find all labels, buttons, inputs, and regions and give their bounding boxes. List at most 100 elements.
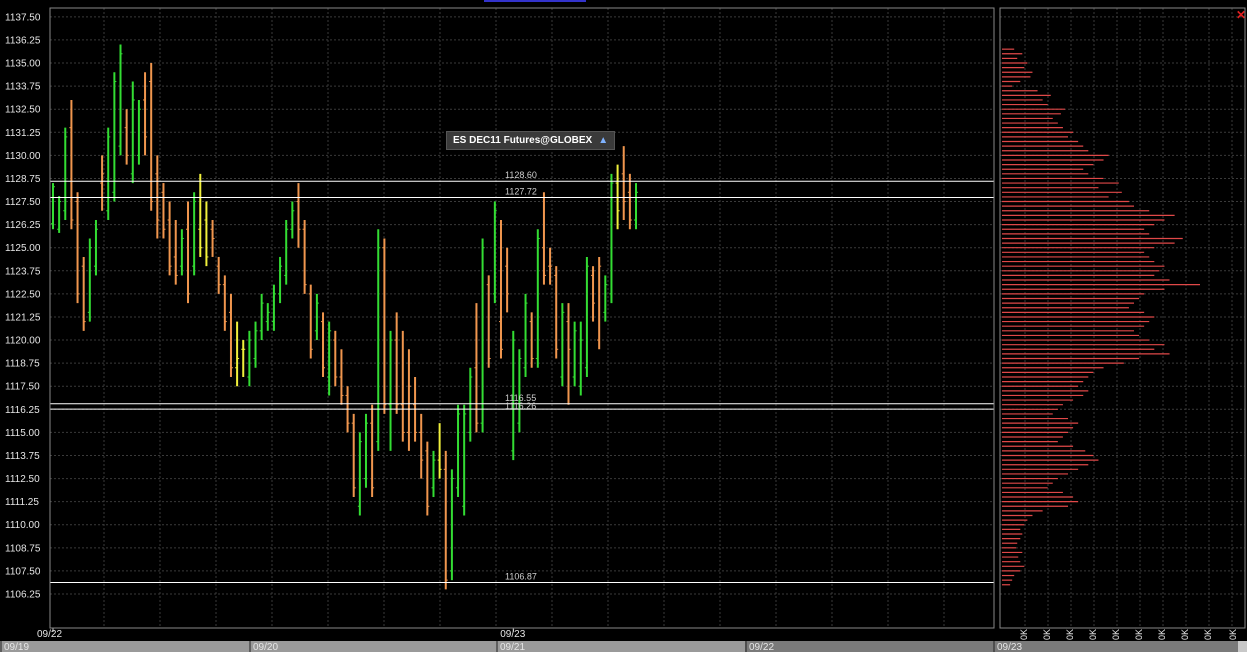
x-lower-label: 09/21 bbox=[500, 642, 525, 652]
ohlc-bar bbox=[284, 220, 289, 285]
close-icon[interactable]: ✕ bbox=[1236, 9, 1246, 21]
ohlc-bar bbox=[406, 349, 411, 451]
ohlc-bar bbox=[302, 220, 307, 294]
ohlc-bar bbox=[597, 256, 602, 350]
ohlc-bar bbox=[57, 195, 62, 233]
ohlc-bar bbox=[308, 284, 313, 359]
y-tick-label: 1118.75 bbox=[5, 359, 40, 370]
y-tick-label: 1125.00 bbox=[5, 243, 41, 254]
y-tick-label: 1113.75 bbox=[5, 451, 40, 462]
volume-column-label: 0K bbox=[1157, 629, 1167, 640]
ohlc-bar bbox=[523, 293, 528, 377]
volume-column-label: 0K bbox=[1180, 629, 1190, 640]
y-tick-label: 1116.25 bbox=[5, 405, 40, 416]
y-tick-label: 1107.50 bbox=[5, 566, 41, 577]
volume-column-label: 0K bbox=[1134, 629, 1144, 640]
ohlc-bar bbox=[247, 330, 252, 387]
volume-profile bbox=[1002, 48, 1200, 586]
y-tick-label: 1117.50 bbox=[5, 382, 40, 393]
y-tick-label: 1115.00 bbox=[5, 428, 40, 439]
ohlc-bar bbox=[425, 441, 430, 516]
x-axis: 09/22 09/23 09/19 09/20 09/21 09/22 09/23 0K 0K 0… bbox=[0, 628, 1247, 652]
ohlc-bar bbox=[167, 201, 172, 276]
ohlc-bar bbox=[296, 183, 301, 248]
ohlc-bar bbox=[149, 63, 154, 211]
ohlc-bar bbox=[216, 256, 221, 294]
y-tick-label: 1127.50 bbox=[5, 197, 41, 208]
y-tick-label: 1126.25 bbox=[5, 220, 41, 231]
x-tick-label: 09/23 bbox=[500, 629, 525, 640]
y-tick-label: 1111.25 bbox=[5, 497, 39, 508]
ohlc-bar bbox=[112, 72, 117, 202]
y-tick-label: 1133.75 bbox=[5, 82, 41, 93]
ohlc-bar bbox=[271, 284, 276, 331]
ohlc-bar bbox=[278, 256, 283, 304]
ohlc-bar bbox=[321, 312, 326, 377]
symbol-tooltip[interactable]: ES DEC11 Futures@GLOBEX ▲ bbox=[446, 131, 616, 150]
y-tick-label: 1137.50 bbox=[5, 12, 41, 23]
ohlc-bar bbox=[204, 201, 209, 267]
grid-lines bbox=[50, 8, 1245, 628]
ohlc-bar bbox=[498, 220, 503, 359]
x-lower-label: 09/23 bbox=[997, 642, 1022, 652]
chart-frame bbox=[49, 7, 1246, 629]
ohlc-bar bbox=[517, 349, 522, 433]
ohlc-bar bbox=[505, 247, 510, 313]
ohlc-bar bbox=[443, 450, 448, 590]
ohlc-bar bbox=[572, 321, 577, 387]
ohlc-bar bbox=[566, 303, 571, 405]
scroll-end-button bbox=[1238, 641, 1247, 652]
ohlc-bar bbox=[136, 99, 141, 165]
y-tick-label: 1128.75 bbox=[5, 174, 41, 185]
ohlc-bar bbox=[192, 192, 197, 276]
ohlc-bar bbox=[578, 321, 583, 396]
y-tick-label: 1112.50 bbox=[5, 474, 40, 485]
volume-column-label: 0K bbox=[1088, 629, 1098, 640]
x-lower-label: 09/20 bbox=[253, 642, 278, 652]
ohlc-bar bbox=[63, 127, 68, 221]
ohlc-bar bbox=[228, 293, 233, 377]
ohlc-bar bbox=[161, 183, 166, 239]
ohlc-bar bbox=[100, 155, 105, 211]
reference-line-label: 1128.60 bbox=[505, 170, 537, 180]
ohlc-bar bbox=[290, 201, 295, 239]
x-axis-scrollbar bbox=[0, 641, 745, 652]
ohlc-bar bbox=[186, 201, 191, 304]
ohlc-bar bbox=[382, 238, 387, 414]
y-tick-label: 1106.25 bbox=[5, 589, 41, 600]
y-tick-label: 1122.50 bbox=[5, 289, 41, 300]
ohlc-bar bbox=[621, 146, 626, 221]
ohlc-bar bbox=[548, 247, 553, 285]
ohlc-bar bbox=[400, 330, 405, 442]
reference-lines: 1128.601127.721116.551116.261106.87 bbox=[50, 170, 994, 584]
ohlc-bar bbox=[173, 220, 178, 285]
volume-column-label: 0K bbox=[1111, 629, 1121, 640]
reference-line-label: 1127.72 bbox=[505, 186, 537, 196]
price-chart: 1137.50 1136.25 1135.00 1133.75 1132.50 1131.… bbox=[0, 7, 1247, 652]
ohlc-bar bbox=[118, 44, 123, 156]
main-panel-frame bbox=[49, 7, 995, 629]
ohlc-bar bbox=[124, 109, 129, 165]
y-tick-label: 1108.75 bbox=[5, 543, 41, 554]
ohlc-bar bbox=[468, 367, 473, 442]
pin-icon[interactable]: ▲ bbox=[598, 132, 608, 149]
x-tick-label: 09/22 bbox=[37, 629, 62, 640]
ohlc-bar bbox=[474, 303, 479, 433]
ohlc-bar bbox=[222, 275, 227, 331]
ohlc-bar bbox=[333, 330, 338, 387]
ohlc-bar bbox=[419, 413, 424, 479]
profile-panel-frame bbox=[999, 7, 1246, 629]
reference-line-label: 1116.26 bbox=[505, 401, 536, 411]
ohlc-bar bbox=[603, 275, 608, 322]
ohlc-bar bbox=[363, 413, 368, 488]
y-tick-label: 1120.00 bbox=[5, 336, 41, 347]
volume-column-label: 0K bbox=[1203, 629, 1213, 640]
y-tick-label: 1110.00 bbox=[5, 520, 40, 531]
ohlc-bar bbox=[235, 321, 240, 387]
ohlc-bar bbox=[456, 404, 461, 498]
ohlc-bar bbox=[198, 173, 203, 257]
symbol-tooltip-label: ES DEC11 Futures@GLOBEX bbox=[453, 135, 593, 146]
ohlc-bar bbox=[51, 183, 55, 230]
ohlc-bar bbox=[87, 238, 92, 322]
ohlc-bar bbox=[69, 99, 74, 230]
